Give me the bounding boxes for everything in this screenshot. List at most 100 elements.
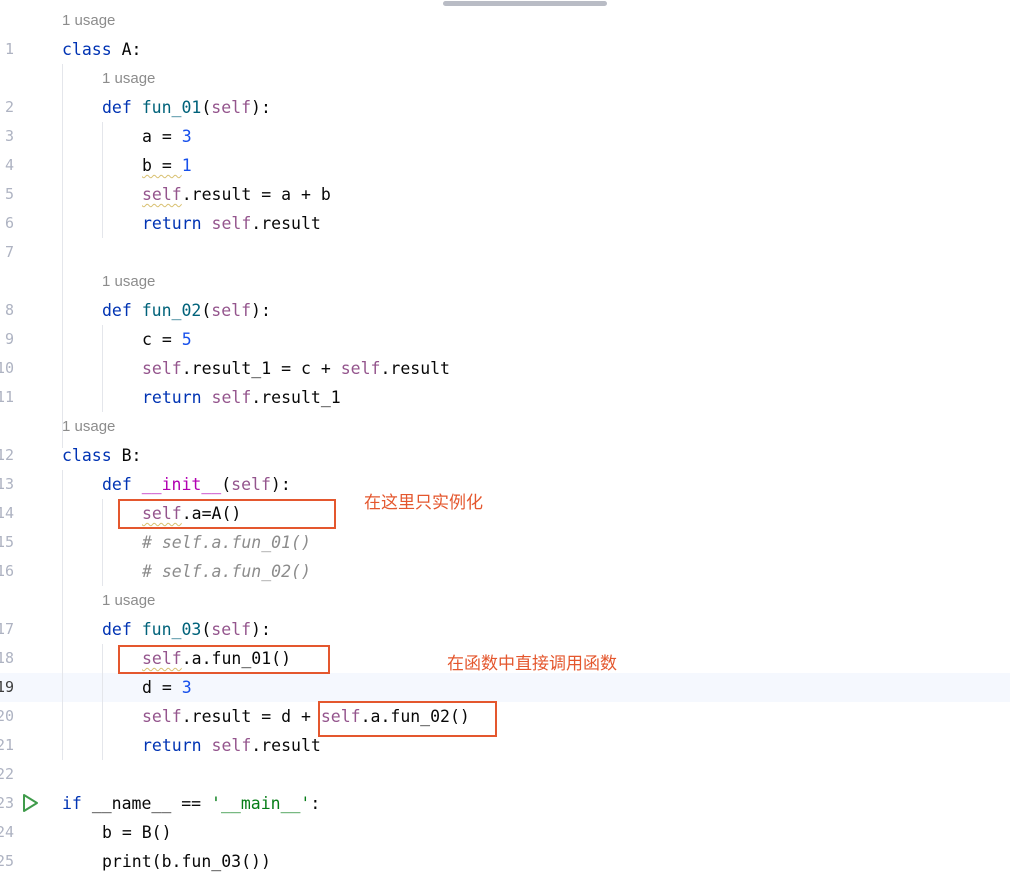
code-token: .result_1: [251, 388, 341, 407]
highlight-box-line-14: [118, 499, 336, 529]
line-number: 23: [0, 794, 15, 812]
line-number: 4: [4, 156, 14, 174]
code-token: fun_03: [141, 620, 202, 639]
code-line-1[interactable]: 1 class A:: [0, 35, 1010, 64]
line-number: 19: [0, 678, 15, 696]
usage-hint[interactable]: 1 usage: [102, 586, 155, 615]
usage-hint[interactable]: 1 usage: [102, 267, 155, 296]
code-token: return: [142, 736, 202, 755]
code-line-23[interactable]: 23 if __name__ == '__main__':: [0, 789, 1010, 818]
indent-guide: [102, 325, 103, 412]
line-number: 21: [0, 736, 15, 754]
line-number: 17: [0, 620, 15, 638]
code-token: self: [211, 620, 252, 639]
code-line-10[interactable]: 10 self.result_1 = c + self.result: [0, 354, 1010, 383]
code-line-3[interactable]: 3a = 3: [0, 122, 1010, 151]
usage-hint[interactable]: 1 usage: [62, 412, 115, 441]
code-line-25[interactable]: 25 print(b.fun_03()): [0, 847, 1010, 876]
code-text: return self.result_1: [142, 383, 341, 412]
code-text: b = B(): [102, 818, 172, 847]
code-text: def fun_01(self):: [102, 93, 271, 122]
indent-guide: [102, 499, 103, 586]
code-token: '__main__': [211, 794, 311, 813]
code-line-9[interactable]: 9 c = 5: [0, 325, 1010, 354]
usage-hint[interactable]: 1 usage: [62, 6, 115, 35]
line-number: 8: [4, 301, 14, 319]
code-token: A:: [121, 40, 142, 59]
annotation-call: 在函数中直接调用函数: [447, 654, 617, 674]
code-token: 1: [181, 156, 192, 175]
code-text: def fun_02(self):: [102, 296, 271, 325]
code-token: return: [142, 214, 202, 233]
code-line-8[interactable]: 8 def fun_02(self):: [0, 296, 1010, 325]
code-line-17[interactable]: 17 def fun_03(self):: [0, 615, 1010, 644]
code-token: (: [201, 620, 212, 639]
line-number: 15: [0, 533, 15, 551]
code-line-19[interactable]: 19 d = 3: [0, 673, 1010, 702]
code-token: d =: [142, 678, 182, 697]
run-triangle-icon[interactable]: [20, 793, 40, 813]
code-token: (: [221, 475, 232, 494]
code-token: self: [211, 301, 252, 320]
code-token: c =: [142, 330, 182, 349]
code-text: self.result_1 = c + self.result: [142, 354, 450, 383]
code-line-16[interactable]: 16 # self.a.fun_02(): [0, 557, 1010, 586]
code-token: return: [142, 388, 202, 407]
code-token: ):: [251, 98, 271, 117]
line-number: 14: [0, 504, 15, 522]
code-token: # self.a.fun_02(): [142, 562, 311, 581]
code-line-20[interactable]: 20 self.result = d + self.a.fun_02(): [0, 702, 1010, 731]
code-token: .result: [251, 736, 321, 755]
line-number: 9: [4, 330, 14, 348]
highlight-box-line-18: [118, 645, 330, 674]
code-token: __init__: [141, 475, 222, 494]
usage-hint[interactable]: 1 usage: [102, 64, 155, 93]
code-token: if: [62, 794, 82, 813]
code-text: def __init__(self):: [102, 470, 291, 499]
code-text: b = 1: [142, 151, 192, 180]
code-token: fun_02: [141, 301, 202, 320]
indent-guide: [102, 644, 103, 760]
line-number: 24: [0, 823, 15, 841]
code-token: self: [142, 359, 182, 378]
code-token: self: [142, 185, 182, 204]
code-token: def: [102, 301, 132, 320]
code-line-12[interactable]: 12 class B:: [0, 441, 1010, 470]
code-text: # self.a.fun_02(): [142, 557, 311, 586]
indent-guide: [62, 64, 63, 448]
code-token: fun_01: [141, 98, 202, 117]
code-line-22[interactable]: 22: [0, 760, 1010, 789]
code-line-2[interactable]: 2 def fun_01(self):: [0, 93, 1010, 122]
code-token: .result: [380, 359, 450, 378]
line-number: 18: [0, 649, 15, 667]
code-token: .result_1 = c +: [181, 359, 341, 378]
code-line-4[interactable]: 4 b = 1: [0, 151, 1010, 180]
code-line-7[interactable]: 7: [0, 238, 1010, 267]
code-token: :: [310, 794, 321, 813]
code-line-15[interactable]: 15 # self.a.fun_01(): [0, 528, 1010, 557]
code-token: ):: [251, 620, 271, 639]
code-editor[interactable]: 1 class A: 1 usage 2 def fun_01(self): 1 usag…: [0, 0, 1010, 877]
indent-guide: [102, 122, 103, 238]
line-number: 12: [0, 446, 15, 464]
code-token: self: [211, 214, 252, 233]
code-line-21[interactable]: 21 return self.result: [0, 731, 1010, 760]
code-token: def: [102, 98, 132, 117]
code-token: class: [62, 40, 112, 59]
code-token: def: [102, 620, 132, 639]
code-token: # self.a.fun_01(): [142, 533, 311, 552]
highlight-box-line-20: [318, 701, 497, 737]
code-token: def: [102, 475, 132, 494]
code-token: .result: [251, 214, 321, 233]
indent-guide: [62, 470, 63, 760]
code-token: b =: [142, 156, 182, 175]
code-line-5[interactable]: 5 self.result = a + b: [0, 180, 1010, 209]
code-line-13[interactable]: 13 def __init__(self):: [0, 470, 1010, 499]
code-line-24[interactable]: 24 b = B(): [0, 818, 1010, 847]
code-token: 3: [181, 678, 192, 697]
line-number: 2: [4, 98, 14, 116]
code-token: 3: [181, 127, 192, 146]
line-number: 20: [0, 707, 15, 725]
code-line-11[interactable]: 11 return self.result_1: [0, 383, 1010, 412]
code-line-6[interactable]: 6 return self.result: [0, 209, 1010, 238]
